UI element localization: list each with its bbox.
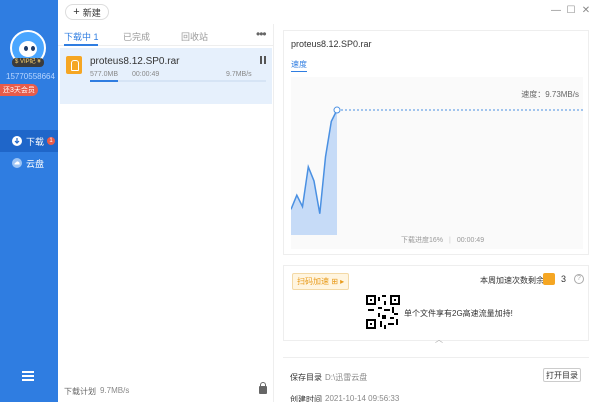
user-phone: 15770558664 xyxy=(6,72,55,81)
lock-icon[interactable] xyxy=(259,382,267,394)
chevron-up-icon[interactable]: ︿ xyxy=(435,334,443,345)
avatar-eye-right xyxy=(31,46,35,51)
accelerate-panel: 扫码加速 ⊞ ▸ 本周加速次数剩余 3 ? 单个文件享有2G高速流量加持! ︿ xyxy=(283,265,589,344)
speed-chart: 速度：9.73MB/s 下载进度16% | 00:00:49 xyxy=(291,77,583,249)
tab-recycle[interactable]: 回收站 xyxy=(181,30,208,43)
tab-completed[interactable]: 已完成 xyxy=(123,30,150,43)
avatar-eye-left xyxy=(24,46,28,51)
download-plan-label[interactable]: 下载计划 xyxy=(64,386,96,397)
task-row[interactable]: proteus8.12.SP0.rar 577.0MB 00:00:49 9.7… xyxy=(60,48,272,104)
save-dir-value: D:\迅雷云盘 xyxy=(325,373,368,382)
plus-icon: + xyxy=(73,6,80,18)
sidebar-item-download[interactable]: 下载 1 xyxy=(0,130,58,152)
tab-downloading[interactable]: 下载中 1 xyxy=(64,30,99,43)
total-speed: 9.7MB/s xyxy=(100,386,130,395)
speed-point xyxy=(333,106,341,114)
accelerate-promo-text: 单个文件享有2G高速流量加持! xyxy=(404,309,513,318)
detail-title: proteus8.12.SP0.rar xyxy=(291,39,372,49)
tab-speed[interactable]: 速度 xyxy=(291,59,307,70)
more-icon[interactable]: ••• xyxy=(256,27,267,41)
save-dir-label: 保存目录 xyxy=(290,373,322,382)
progress-text: 下载进度16% xyxy=(401,237,444,244)
download-list-panel: 下载中 1 已完成 回收站 ••• proteus8.12.SP0.rar 57… xyxy=(58,24,274,402)
archive-file-icon xyxy=(66,56,82,74)
pause-icon[interactable] xyxy=(260,56,266,64)
created-time-label: 创建时间 xyxy=(290,395,322,402)
qr-code-icon[interactable] xyxy=(366,295,400,329)
vip-days-badge[interactable]: 还3天会员 xyxy=(0,84,38,96)
task-size: 577.0MB xyxy=(90,71,119,78)
current-speed-label: 速度：9.73MB/s xyxy=(521,90,579,99)
list-footer: 下载计划 9.7MB/s xyxy=(58,382,274,402)
speed-chart-svg xyxy=(291,106,583,235)
task-name: proteus8.12.SP0.rar xyxy=(90,56,180,67)
task-detail-panel: proteus8.12.SP0.rar 速度 速度：9.73MB/s 下载进度1… xyxy=(283,30,589,255)
download-icon xyxy=(12,136,22,146)
topbar: + 新建 — ☐ ✕ xyxy=(58,0,600,24)
elapsed-time: 00:00:49 xyxy=(456,237,485,244)
tab-underline xyxy=(64,44,98,46)
cloud-icon xyxy=(12,158,22,168)
task-info-panel: 保存目录 D:\迅雷云盘 打开目录 创建时间 2021-10-14 09:56:… xyxy=(283,357,589,402)
task-time: 00:00:49 xyxy=(132,71,160,78)
help-icon[interactable]: ? xyxy=(574,274,584,284)
sidebar-item-label: 下载 xyxy=(26,136,45,147)
download-tabs: 下载中 1 已完成 回收站 ••• xyxy=(58,24,274,46)
new-button-label: 新建 xyxy=(82,7,101,18)
sidebar-item-label: 云盘 xyxy=(26,158,45,169)
accelerate-icon xyxy=(543,273,555,285)
speed-tab-underline xyxy=(291,71,307,72)
vip-badge: $ VIP纪 ¥ xyxy=(12,58,44,67)
accelerate-count: 3 xyxy=(561,274,567,284)
maximize-icon[interactable]: ☐ xyxy=(565,5,577,17)
task-progress-fill xyxy=(90,80,119,82)
created-time-value: 2021-10-14 09:56:33 xyxy=(325,394,400,402)
minimize-icon[interactable]: — xyxy=(550,5,562,17)
chart-footer: 下载进度16% | 00:00:49 xyxy=(401,237,485,244)
sidebar: $ VIP纪 ¥ 15770558664 还3天会员 下载 1 云盘 xyxy=(0,0,58,402)
open-directory-button[interactable]: 打开目录 xyxy=(543,368,581,382)
sidebar-item-cloud[interactable]: 云盘 xyxy=(0,152,58,174)
new-button[interactable]: + 新建 xyxy=(65,4,109,20)
close-icon[interactable]: ✕ xyxy=(580,5,592,17)
task-speed: 9.7MB/s xyxy=(226,71,252,78)
menu-icon[interactable] xyxy=(22,371,34,381)
scan-accelerate-button[interactable]: 扫码加速 ⊞ ▸ xyxy=(292,273,350,290)
download-count-badge: 1 xyxy=(47,137,56,145)
task-progress-bar xyxy=(90,80,266,82)
accelerate-remaining-label: 本周加速次数剩余 xyxy=(480,276,544,285)
